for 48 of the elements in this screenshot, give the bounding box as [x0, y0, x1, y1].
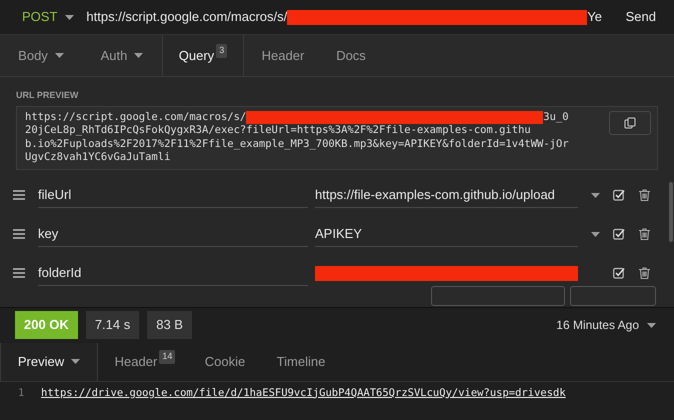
tab[interactable]: Timeline [258, 342, 344, 380]
url-preview-text: b.io%2Fuploads%2F2017%2F11%2Ffile_example_MP3_700KB.mp3&key=APIKEY&folderId=1v4tWW-jOr [25, 138, 570, 151]
trash-icon[interactable] [639, 267, 650, 279]
copy-button[interactable] [609, 110, 651, 134]
drag-handle-icon[interactable] [13, 229, 25, 239]
tab[interactable]: Query 3 [162, 35, 244, 76]
size-badge: 83 B [147, 311, 192, 339]
param-value-field[interactable]: https://file-examples-com.github.io/upload [315, 182, 578, 208]
status-badge: 200 OK [15, 311, 78, 339]
param-name-field[interactable]: fileUrl [38, 182, 308, 208]
trash-icon[interactable] [639, 228, 650, 240]
url-text: https://script.google.com/macros/s/ [86, 8, 288, 26]
time-badge: 7.14 s [86, 311, 140, 339]
url-preview-text: UgvCz8vah1YC6vGaJuTamli [25, 151, 172, 164]
tab[interactable]: Cookie [192, 342, 258, 380]
url-preview-text: 20jCeL8p_RhTd6IPcQsFokQygxR3A/exec?fileUrl=https%3A%2F%2Ffile-examples-com.githu [25, 124, 532, 138]
caret-icon [591, 192, 600, 198]
tab[interactable]: Header [244, 35, 322, 76]
url-text: Ye [587, 8, 602, 26]
tab[interactable]: Auth [82, 35, 162, 76]
send-button[interactable]: Send [614, 7, 668, 27]
param-value-field[interactable]: APIKEY [315, 221, 578, 247]
trash-icon[interactable] [639, 189, 650, 201]
method-dropdown[interactable]: POST [0, 7, 86, 27]
caret-icon [591, 232, 600, 236]
history-dropdown[interactable]: 16 Minutes Ago [556, 316, 656, 334]
line-number: 1 [17, 386, 26, 400]
response-link[interactable]: https://drive.google.com/file/d/1haESFU9vcIjGubP4QAAT65QrzSVLcuQy/view?usp=drivesdk [41, 386, 566, 400]
scrollbar[interactable] [669, 182, 673, 242]
tab[interactable]: Docs [322, 35, 380, 76]
drag-handle-icon[interactable] [13, 268, 25, 278]
checkbox-icon[interactable] [613, 228, 625, 240]
url-preview-text: https://script.google.com/macros/s/ [25, 110, 246, 124]
section-label: URL PREVIEW [16, 89, 80, 102]
count-badge: 3 [216, 44, 228, 58]
tab[interactable]: Header 14 [98, 342, 192, 380]
copy-icon [624, 116, 636, 128]
param-name-field[interactable]: key [38, 221, 308, 247]
drag-handle-icon[interactable] [13, 190, 25, 200]
tab[interactable]: Body [0, 35, 82, 76]
checkbox-icon[interactable] [613, 267, 625, 279]
tab[interactable]: Preview [0, 342, 98, 380]
checkbox-icon[interactable] [613, 189, 625, 201]
caret-icon [65, 14, 74, 20]
url-preview-text: 3u_0 [543, 110, 569, 124]
caret-icon [647, 322, 656, 328]
count-badge: 14 [159, 350, 176, 364]
param-name-field[interactable]: folderId [38, 260, 308, 286]
